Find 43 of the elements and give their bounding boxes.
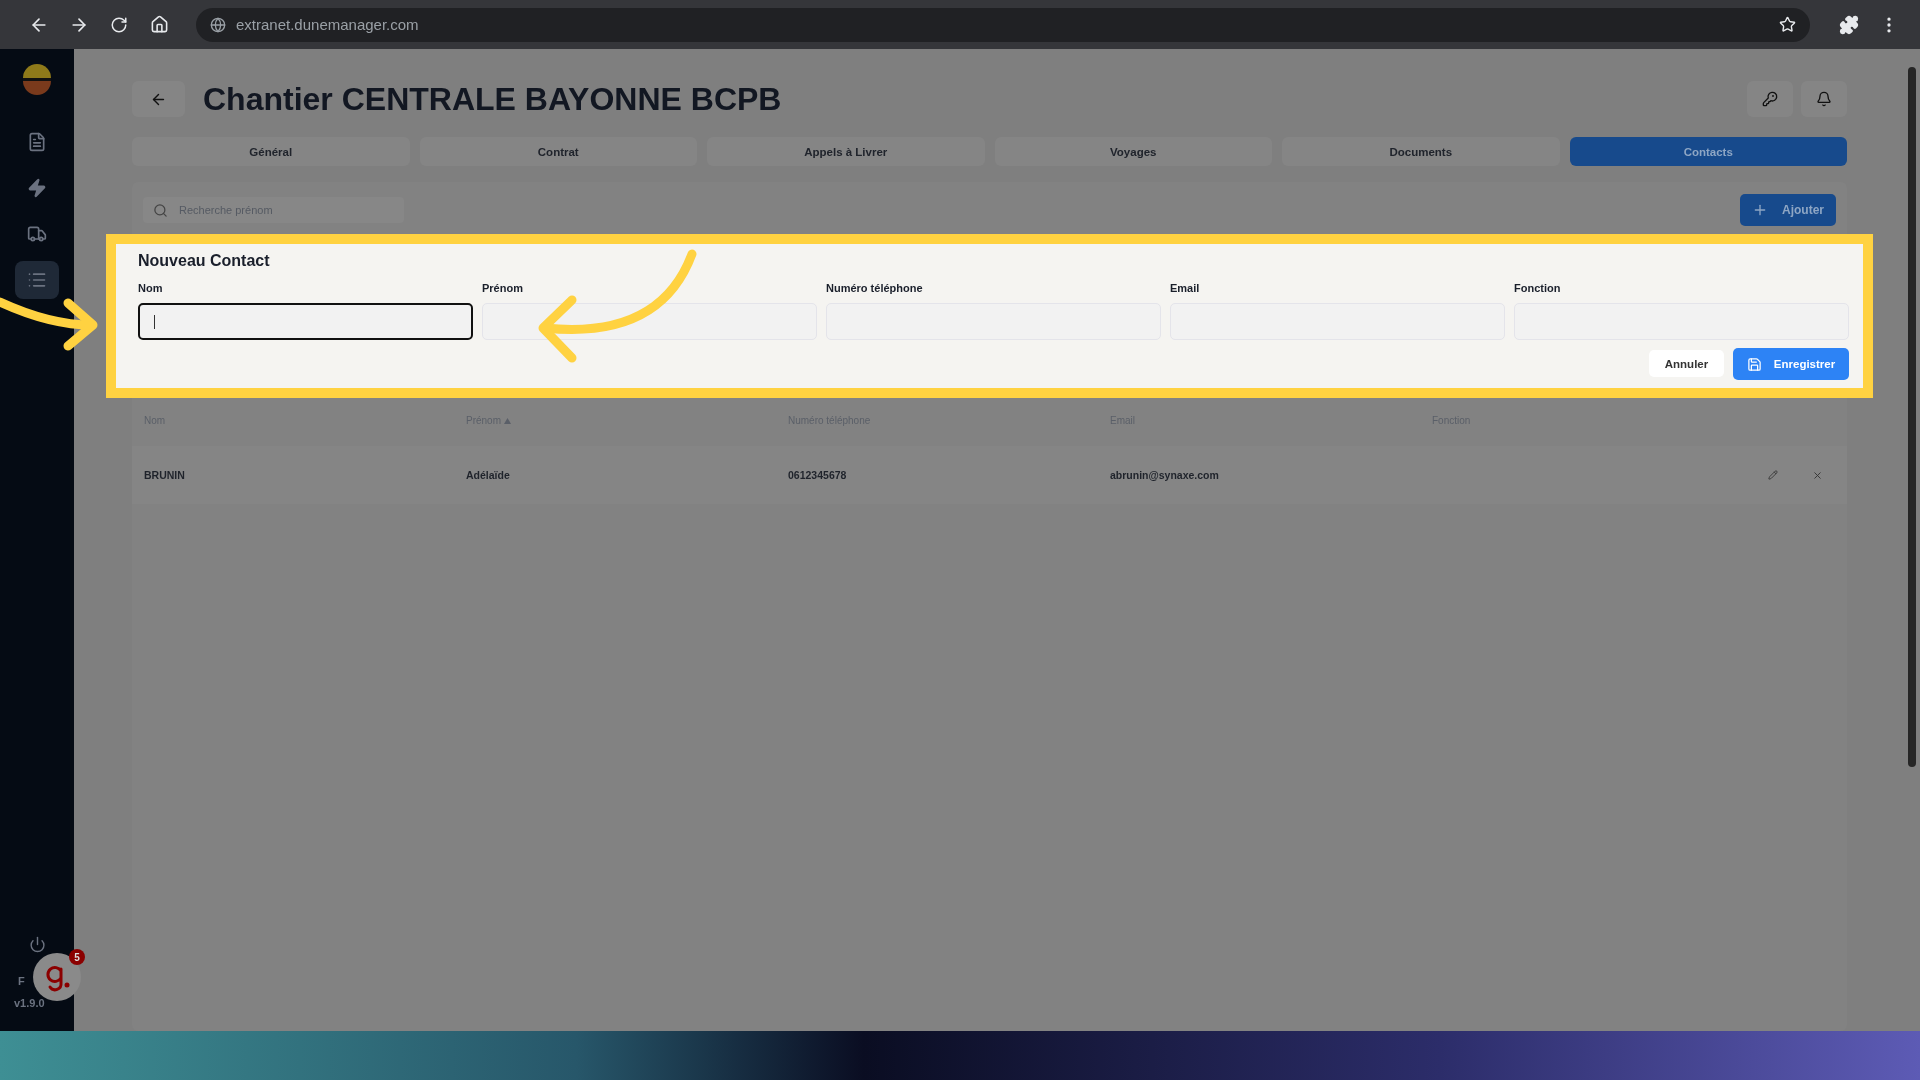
key-icon: [1762, 91, 1778, 107]
delete-button[interactable]: [1812, 469, 1823, 481]
language-label: F: [17, 975, 25, 987]
power-icon[interactable]: [28, 936, 46, 953]
form-title: Nouveau Contact: [138, 252, 271, 270]
notification-button[interactable]: [1801, 81, 1847, 117]
field-label: Prénom: [482, 282, 524, 294]
table-cell-text: BRUNIN: [144, 469, 186, 481]
scrollbar-thumb[interactable]: [1908, 67, 1916, 767]
table-cell-text: Adélaïde: [466, 469, 511, 481]
truck-icon: [27, 224, 47, 244]
sidebar-item[interactable]: [15, 261, 59, 299]
field-label: Fonction: [1514, 282, 1562, 294]
field-label: Nom: [138, 282, 164, 294]
globe-icon: [210, 16, 226, 33]
cancel-button[interactable]: Annuler: [1649, 350, 1724, 377]
back-button[interactable]: [132, 81, 185, 117]
list-icon: [27, 270, 47, 290]
bolt-icon: [27, 178, 47, 198]
address-bar[interactable]: extranet.dunemanager.com: [196, 7, 1810, 42]
add-button[interactable]: Ajouter: [1740, 194, 1836, 226]
edit-button[interactable]: [1768, 469, 1778, 481]
star-icon[interactable]: [1779, 16, 1796, 33]
notification-count: 5: [69, 949, 85, 965]
table-cell-text: abrunin@synaxe.com: [1110, 469, 1220, 481]
tab[interactable]: Contacts: [1569, 137, 1847, 166]
page-title: Chantier CENTRALE BAYONNE BCPB: [203, 80, 783, 118]
key-button[interactable]: [1747, 81, 1793, 117]
bell-icon: [1816, 91, 1832, 107]
tab[interactable]: Contrat: [419, 137, 697, 166]
logo-icon: [20, 63, 54, 97]
url-text: extranet.dunemanager.com: [236, 16, 420, 33]
input-field[interactable]: [138, 303, 473, 340]
plus-icon: [1752, 202, 1768, 218]
tab[interactable]: Appels à Livrer: [707, 137, 985, 166]
document-icon: [27, 132, 47, 152]
save-button[interactable]: Enregistrer: [1733, 348, 1849, 380]
field-label: Numéro téléphone: [826, 282, 924, 294]
tab[interactable]: Voyages: [994, 137, 1272, 166]
table-cell-text: 0612345678: [788, 469, 848, 481]
tab[interactable]: Documents: [1282, 137, 1560, 166]
tab[interactable]: Général: [132, 137, 410, 166]
field-label: Email: [1170, 282, 1201, 294]
